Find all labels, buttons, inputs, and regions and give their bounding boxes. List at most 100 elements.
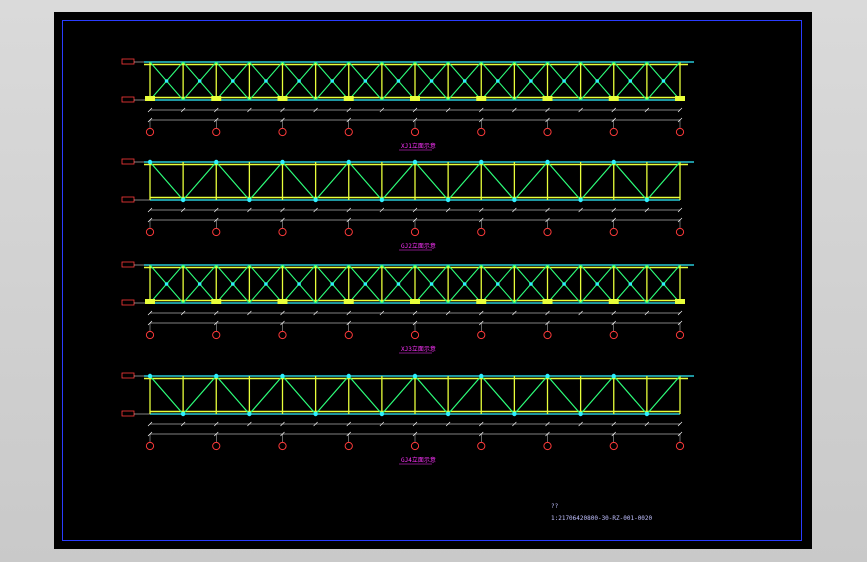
panel-node: [180, 411, 186, 417]
diagonal-member: [315, 161, 350, 201]
gusset-plate: [608, 299, 619, 304]
gusset-plate: [542, 299, 553, 304]
diagonal-node: [264, 79, 268, 83]
axis-bubble: [675, 441, 685, 451]
axis-bubble: [212, 127, 221, 137]
diagonal-node: [396, 282, 401, 286]
diagonal-node: [330, 282, 334, 286]
panel-node: [247, 411, 252, 417]
axis-bubble: [410, 330, 420, 340]
truss-label: GJ2立面示意: [401, 242, 436, 250]
gusset-plate: [410, 299, 420, 304]
diagonal-node: [297, 79, 301, 83]
gusset-plate: [476, 299, 487, 304]
elevation-marker-top: [121, 158, 135, 165]
panel-node: [313, 197, 318, 203]
gusset-plate: [410, 96, 420, 101]
diagonal-node: [462, 282, 467, 286]
panel-node: [445, 197, 451, 203]
diagonal-member: [215, 375, 250, 415]
elevation-marker-top: [121, 58, 135, 65]
title-block-line-2: 1:21706420800-30-RZ-001-0020: [551, 515, 653, 522]
gusset-plate: [277, 96, 288, 101]
panel-node: [545, 159, 550, 165]
diagonal-member: [646, 375, 681, 415]
axis-bubble: [145, 330, 155, 340]
axis-bubble: [278, 127, 287, 137]
axis-bubble: [477, 227, 486, 237]
diagonal-member: [215, 161, 250, 201]
diagonal-member: [580, 161, 615, 201]
gusset-plate: [145, 96, 155, 101]
diagonal-member: [282, 161, 317, 201]
axis-bubble: [145, 127, 155, 137]
diagonal-node: [562, 282, 566, 286]
panel-node: [512, 197, 517, 203]
axis-bubble: [543, 330, 552, 340]
axis-bubble: [410, 227, 420, 237]
gusset-plate: [277, 299, 288, 304]
diagonal-node: [529, 79, 533, 83]
panel-node: [313, 411, 318, 417]
diagonal-member: [613, 375, 648, 415]
panel-node: [578, 411, 583, 417]
diagonal-node: [363, 282, 368, 286]
axis-bubble: [675, 330, 685, 340]
gusset-plate: [675, 96, 685, 101]
axis-bubble: [543, 127, 552, 137]
panel-node: [611, 373, 616, 379]
diagonal-node: [330, 79, 334, 83]
elevation-marker-top: [121, 261, 135, 268]
axis-bubble: [278, 441, 287, 451]
axis-bubble: [477, 441, 486, 451]
diagonal-node: [363, 79, 368, 83]
axis-bubble: [344, 441, 353, 451]
axis-bubble: [609, 127, 618, 137]
diagonal-member: [348, 375, 383, 415]
diagonal-node: [164, 79, 169, 83]
panel-node: [479, 373, 484, 379]
diagonal-member: [149, 375, 184, 415]
diagonal-member: [381, 375, 416, 415]
truss-label: XJ1立面示意: [401, 142, 436, 150]
gusset-plate: [542, 96, 553, 101]
diagonal-node: [164, 282, 169, 286]
truss-elevation-1: XJ1立面示意: [121, 58, 694, 151]
diagonal-member: [282, 375, 317, 415]
axis-bubble: [675, 127, 685, 137]
drawing-sheet: XJ1立面示意 GJ2立面示意 XJ3立面示意 GJ4立面示意?? 1:21706420…: [54, 12, 812, 549]
diagonal-member: [248, 161, 283, 201]
title-block-line-1: ??: [551, 503, 559, 510]
diagonal-node: [628, 282, 633, 286]
panel-node: [545, 373, 550, 379]
gusset-plate: [211, 299, 222, 304]
diagonal-node: [595, 79, 599, 83]
gusset-plate: [343, 299, 354, 304]
axis-bubble: [477, 127, 486, 137]
elevation-marker-bottom: [121, 410, 135, 417]
gusset-plate: [608, 96, 619, 101]
axis-bubble: [477, 330, 486, 340]
truss-elevation-3: XJ3立面示意: [121, 261, 694, 354]
truss-drawing: XJ1立面示意 GJ2立面示意 XJ3立面示意 GJ4立面示意?? 1:21706420…: [121, 58, 694, 522]
panel-node: [280, 373, 285, 379]
panel-node: [247, 197, 252, 203]
gusset-plate: [343, 96, 354, 101]
diagonal-member: [414, 161, 449, 201]
diagonal-node: [264, 282, 268, 286]
axis-bubble: [344, 227, 353, 237]
elevation-marker-bottom: [121, 96, 135, 103]
diagonal-node: [297, 282, 301, 286]
diagonal-node: [496, 282, 500, 286]
panel-node: [214, 373, 219, 379]
panel-node: [180, 197, 186, 203]
diagonal-member: [447, 161, 482, 201]
gusset-plate: [145, 299, 155, 304]
axis-bubble: [609, 330, 618, 340]
diagonal-member: [315, 375, 350, 415]
diagonal-node: [595, 282, 599, 286]
diagonal-node: [197, 282, 202, 286]
diagonal-node: [661, 79, 666, 83]
diagonal-node: [496, 79, 500, 83]
axis-bubble: [675, 227, 685, 237]
